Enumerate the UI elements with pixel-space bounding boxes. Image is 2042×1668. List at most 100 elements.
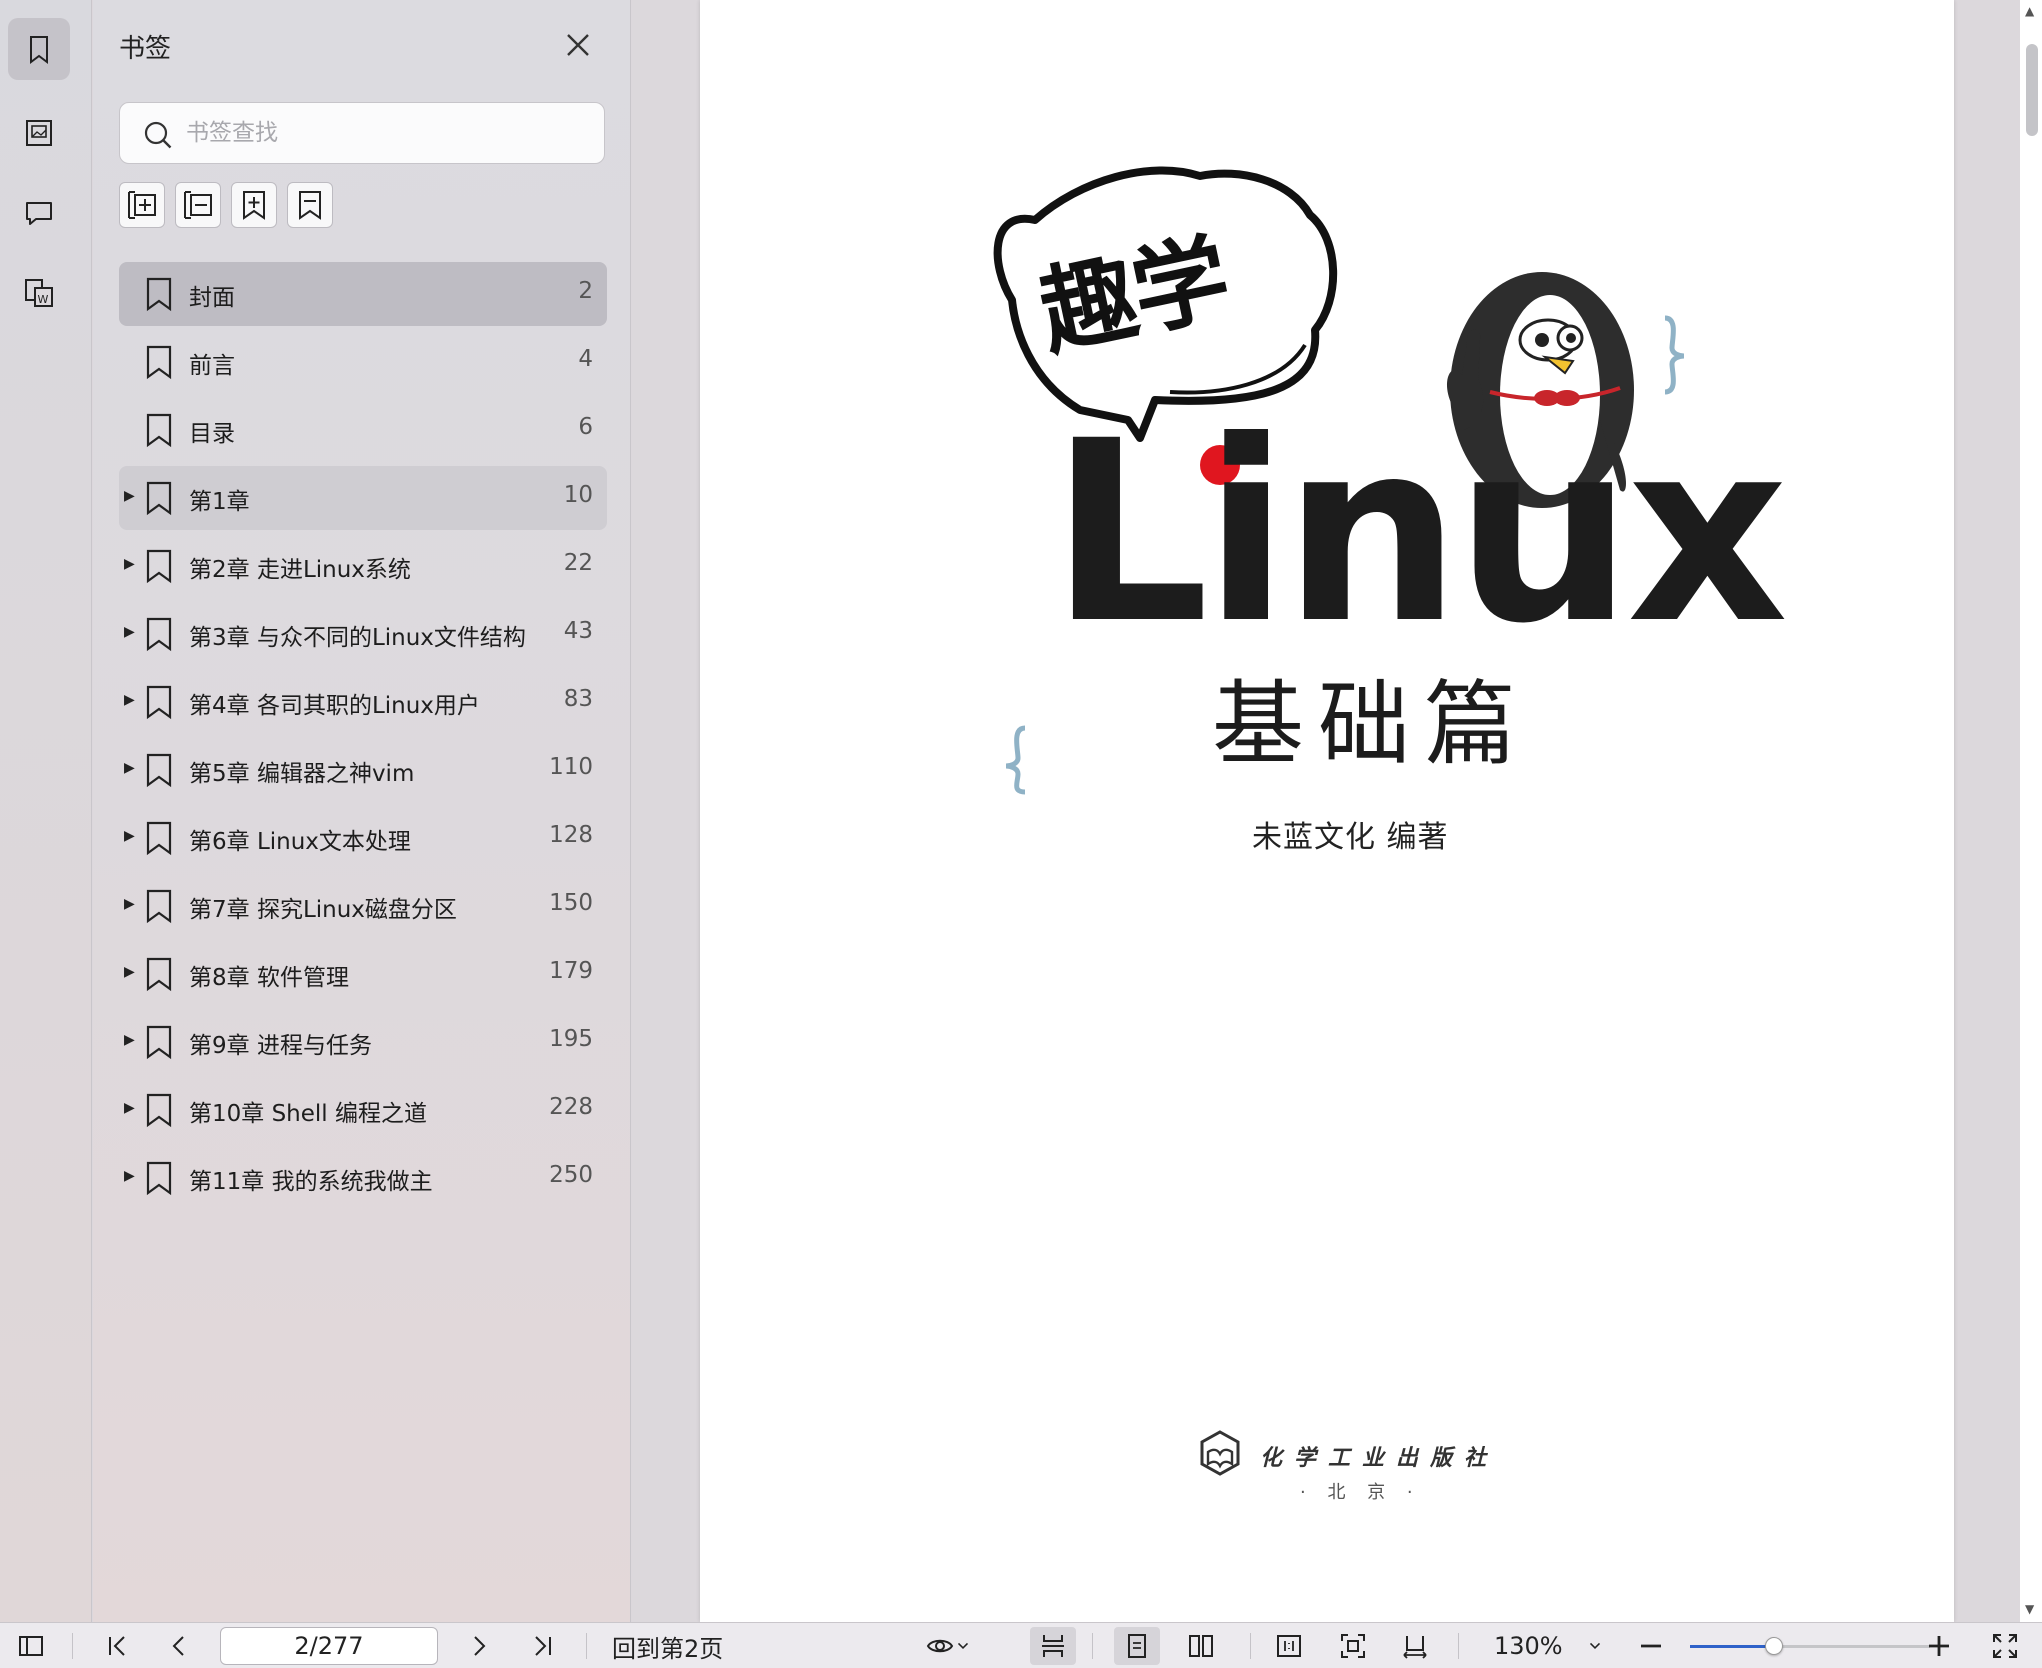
bookmark-page-number: 6 <box>578 414 593 440</box>
actual-size-icon <box>1277 1635 1301 1657</box>
bookmark-icon <box>146 1093 172 1128</box>
bookmark-item[interactable]: 目录 6 <box>119 398 607 462</box>
next-page-button[interactable] <box>462 1631 496 1661</box>
expand-all-icon <box>128 191 156 219</box>
bookmark-label: 第9章 进程与任务 <box>189 1033 372 1059</box>
chevron-down-icon <box>1589 1642 1601 1650</box>
cover-subtitle: 基础篇 <box>1212 671 1531 778</box>
expand-triangle-icon[interactable]: ▶ <box>124 1168 135 1184</box>
bookmark-panel: 书签 封面 2 前言 4 目录 6 ▶ 第1章 10 ▶ 第2章 走进Linux系统 22 ▶ 第3章 与… <box>93 0 631 1622</box>
bookmark-icon <box>146 1161 172 1196</box>
bookmark-list: 封面 2 前言 4 目录 6 ▶ 第1章 10 ▶ 第2章 走进Linux系统 22 ▶ 第3章 与众不同… <box>119 262 607 1214</box>
expand-triangle-icon[interactable]: ▶ <box>124 556 135 572</box>
chevron-right-icon <box>474 1636 486 1656</box>
scroll-down-icon[interactable]: ▼ <box>2025 1602 2034 1616</box>
fit-width-button[interactable] <box>1398 1631 1432 1661</box>
expand-triangle-icon[interactable]: ▶ <box>124 624 135 640</box>
scroll-up-icon[interactable]: ▲ <box>2025 4 2034 18</box>
bookmark-icon <box>146 277 172 312</box>
add-bookmark-button[interactable] <box>231 182 277 228</box>
bookmark-page-number: 4 <box>578 346 593 372</box>
expand-triangle-icon[interactable]: ▶ <box>124 1032 135 1048</box>
bookmark-item[interactable]: ▶ 第3章 与众不同的Linux文件结构 43 <box>119 602 607 666</box>
bookmark-page-number: 228 <box>549 1094 593 1120</box>
bookmark-item[interactable]: ▶ 第5章 编辑器之神vim 110 <box>119 738 607 802</box>
bookmark-item[interactable]: ▶ 第9章 进程与任务 195 <box>119 1010 607 1074</box>
bookmark-page-number: 250 <box>549 1162 593 1188</box>
zoom-slider[interactable] <box>1690 1637 1930 1655</box>
expand-triangle-icon[interactable]: ▶ <box>124 1100 135 1116</box>
bookmark-icon <box>146 481 172 516</box>
prev-page-button[interactable] <box>162 1631 196 1661</box>
convert-to-word-icon[interactable]: W <box>8 262 70 324</box>
bookmark-icon <box>146 753 172 788</box>
page-number-input[interactable] <box>220 1627 438 1665</box>
bookmark-item[interactable]: ▶ 第1章 10 <box>119 466 607 530</box>
expand-triangle-icon[interactable]: ▶ <box>124 760 135 776</box>
bookmark-search-box[interactable] <box>119 102 605 164</box>
back-to-page-button[interactable]: 回到第2页 <box>612 1631 723 1663</box>
plus-icon <box>1929 1636 1949 1656</box>
bookmark-item[interactable]: ▶ 第8章 软件管理 179 <box>119 942 607 1006</box>
publisher-logo <box>1200 1430 1240 1476</box>
pdf-page[interactable]: 趣学 Linux 基础篇 未蓝文化 编著 化学工业出版社 · 北 京 · <box>700 0 1954 1622</box>
first-page-button[interactable] <box>100 1631 134 1661</box>
add-bookmark-icon <box>243 191 265 220</box>
expand-triangle-icon[interactable]: ▶ <box>124 692 135 708</box>
view-mode-dropdown[interactable] <box>918 1631 980 1661</box>
expand-triangle-icon[interactable]: ▶ <box>124 828 135 844</box>
bookmark-properties-icon <box>299 191 321 220</box>
continuous-scroll-button[interactable] <box>1030 1627 1076 1665</box>
fullscreen-button[interactable] <box>1988 1631 2022 1661</box>
bookmark-icon <box>146 957 172 992</box>
collapse-all-button[interactable] <box>175 182 221 228</box>
bookmark-item[interactable]: ▶ 第6章 Linux文本处理 128 <box>119 806 607 870</box>
thumbnail-panel-icon[interactable] <box>8 102 70 164</box>
zoom-level[interactable]: 130% <box>1494 1631 1563 1661</box>
bookmark-panel-icon[interactable] <box>8 18 70 80</box>
zoom-in-button[interactable] <box>1924 1631 1954 1661</box>
bookmark-properties-button[interactable] <box>287 182 333 228</box>
two-page-button[interactable] <box>1184 1631 1218 1661</box>
zoom-dropdown[interactable] <box>1584 1631 1606 1661</box>
bookmark-icon <box>146 889 172 924</box>
search-icon <box>144 121 172 149</box>
right-brace <box>1664 315 1685 395</box>
fit-width-icon <box>1403 1636 1427 1659</box>
publisher-name: 化学工业出版社 <box>1260 1446 1499 1471</box>
bookmark-item[interactable]: ▶ 第11章 我的系统我做主 250 <box>119 1146 607 1210</box>
bookmark-item[interactable]: ▶ 第7章 探究Linux磁盘分区 150 <box>119 874 607 938</box>
zoom-out-button[interactable] <box>1636 1631 1666 1661</box>
scrollbar-thumb[interactable] <box>2026 44 2038 136</box>
bookmark-item[interactable]: 前言 4 <box>119 330 607 394</box>
comment-panel-icon[interactable] <box>8 182 70 244</box>
single-page-icon <box>1128 1634 1146 1658</box>
zoom-slider-knob[interactable] <box>1765 1637 1783 1655</box>
collapse-all-icon <box>184 191 212 219</box>
bookmark-label: 第8章 软件管理 <box>189 965 349 991</box>
expand-triangle-icon[interactable]: ▶ <box>124 896 135 912</box>
fit-page-button[interactable] <box>1336 1631 1370 1661</box>
close-icon[interactable] <box>563 30 593 60</box>
bookmark-search-input[interactable] <box>186 113 586 153</box>
chevron-down-icon <box>957 1642 969 1650</box>
expand-triangle-icon[interactable]: ▶ <box>124 964 135 980</box>
expand-all-button[interactable] <box>119 182 165 228</box>
bookmark-label: 第5章 编辑器之神vim <box>189 761 415 787</box>
two-page-icon <box>1189 1635 1213 1657</box>
bookmark-icon <box>146 685 172 720</box>
chevron-left-icon <box>172 1636 184 1656</box>
bookmark-label: 第7章 探究Linux磁盘分区 <box>189 897 457 923</box>
bookmark-item[interactable]: ▶ 第4章 各司其职的Linux用户 83 <box>119 670 607 734</box>
actual-size-button[interactable] <box>1272 1631 1306 1661</box>
last-page-icon <box>535 1636 551 1656</box>
expand-triangle-icon[interactable]: ▶ <box>124 488 135 504</box>
bookmark-item[interactable]: ▶ 第2章 走进Linux系统 22 <box>119 534 607 598</box>
bookmark-item[interactable]: ▶ 第10章 Shell 编程之道 228 <box>119 1078 607 1142</box>
toggle-sidebar-button[interactable] <box>14 1631 48 1661</box>
single-page-button[interactable] <box>1114 1627 1160 1665</box>
vertical-scrollbar[interactable]: ▲ ▼ <box>2020 0 2042 1622</box>
last-page-button[interactable] <box>526 1631 560 1661</box>
bookmark-page-number: 128 <box>549 822 593 848</box>
bookmark-item[interactable]: 封面 2 <box>119 262 607 326</box>
